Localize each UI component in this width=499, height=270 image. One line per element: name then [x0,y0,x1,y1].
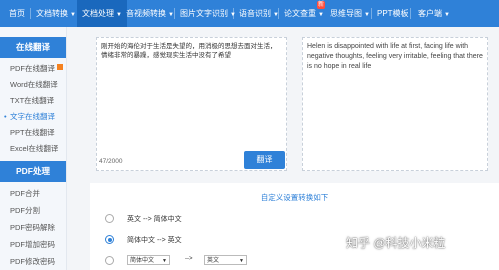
nav-divider [371,8,372,19]
nav-divider [278,8,279,19]
chevron-down-icon: ▼ [239,258,244,264]
sidebar-item-word-translate[interactable]: Word在线翻译 [10,78,58,92]
translation-output[interactable]: Helen is disappointed with life at first… [302,37,488,171]
chevron-down-icon: ▼ [444,12,450,18]
sidebar-item-ppt-translate[interactable]: PPT在线翻译 [10,126,55,140]
nav-speech-label: 语音识别 [239,9,271,18]
nav-ocr[interactable]: 图片文字识别 ▼ [180,0,236,27]
sidebar-item-pdf-add-password[interactable]: PDF增加密码 [10,238,55,252]
nav-home-label: 首页 [9,9,25,18]
watermark: 知乎 @科技小米粒 [346,236,446,250]
option-zh-to-en-label: 简体中文 --> 英文 [127,237,182,244]
source-language-value: 简体中文 [130,258,155,264]
new-badge: 新 [317,1,325,9]
sidebar-item-label: PDF在线翻译 [10,64,55,73]
source-text: 刚开始的海伦对于生活是失望的，用消极的思想去面对生活，情绪非常的暴躁，感觉现实生… [101,43,277,59]
target-language-value: 英文 [207,258,220,264]
sidebar-item-pdf-split[interactable]: PDF分割 [10,204,40,218]
nav-ppt-label: PPT模板 [377,9,409,18]
nav-divider [233,8,234,19]
top-nav: 首页 文档转换 ▼ 文档处理 ▼ 音视频转换 ▼ 图片文字识别 ▼ 语音识别 ▼ 论文查重… [0,0,499,27]
nav-doc-convert[interactable]: 文档转换 ▼ [36,0,76,27]
sidebar-item-excel-translate[interactable]: Excel在线翻译 [10,142,58,156]
nav-doc-process-label: 文档处理 [82,9,114,18]
settings-panel: 自定义设置转换如下 英文 --> 简体中文 简体中文 --> 英文 简体中文 ▼ … [90,183,499,270]
source-language-select[interactable]: 简体中文 ▼ [127,255,170,265]
nav-av-convert-label: 音视频转换 [126,9,166,18]
nav-divider [174,8,175,19]
chevron-down-icon: ▼ [70,12,76,18]
nav-home[interactable]: 首页 [9,0,25,27]
nav-doc-convert-label: 文档转换 [36,9,68,18]
nav-client[interactable]: 客户端 ▼ [418,0,450,27]
chevron-down-icon: ▼ [364,12,370,18]
sidebar-section-pdf: PDF处理 [0,161,66,182]
nav-ocr-label: 图片文字识别 [180,9,228,18]
nav-ppt[interactable]: PPT模板 [377,0,409,27]
translate-button[interactable]: 翻译 [244,151,285,169]
nav-divider [410,8,411,19]
target-language-select[interactable]: 英文 ▼ [204,255,247,265]
nav-client-label: 客户端 [418,9,442,18]
hot-icon [57,64,63,70]
option-en-to-zh-label: 英文 --> 简体中文 [127,216,182,223]
nav-divider [30,8,31,19]
chevron-down-icon: ▼ [116,12,122,18]
chevron-down-icon: ▼ [162,258,167,264]
sidebar-item-pdf-merge[interactable]: PDF合并 [10,187,40,201]
sidebar-item-pdf-translate[interactable]: PDF在线翻译 [10,62,63,76]
nav-doc-process[interactable]: 文档处理 ▼ [77,0,127,27]
radio-custom[interactable] [105,256,114,265]
nav-plagiarism-label: 论文查重 [284,9,316,18]
radio-en-to-zh[interactable] [105,214,114,223]
translated-text: Helen is disappointed with life at first… [307,43,483,70]
nav-mindmap-label: 思维导图 [330,9,362,18]
char-counter: 47/2000 [99,158,123,165]
sidebar-item-text-translate[interactable]: 文字在线翻译 [4,110,55,124]
sidebar-item-pdf-unlock[interactable]: PDF密码解除 [10,221,55,235]
nav-av-convert[interactable]: 音视频转换 ▼ [126,0,174,27]
sidebar: 在线翻译 PDF在线翻译 Word在线翻译 TXT在线翻译 文字在线翻译 PPT… [0,27,67,270]
nav-mindmap[interactable]: 思维导图 ▼ [330,0,370,27]
radio-zh-to-en[interactable] [105,235,114,244]
nav-speech[interactable]: 语音识别 ▼ [239,0,279,27]
sidebar-item-pdf-change-password[interactable]: PDF修改密码 [10,255,55,269]
sidebar-section-translate: 在线翻译 [0,37,66,58]
settings-title: 自定义设置转换如下 [260,193,329,202]
sidebar-item-txt-translate[interactable]: TXT在线翻译 [10,94,54,108]
custom-arrow: --> [185,256,193,262]
